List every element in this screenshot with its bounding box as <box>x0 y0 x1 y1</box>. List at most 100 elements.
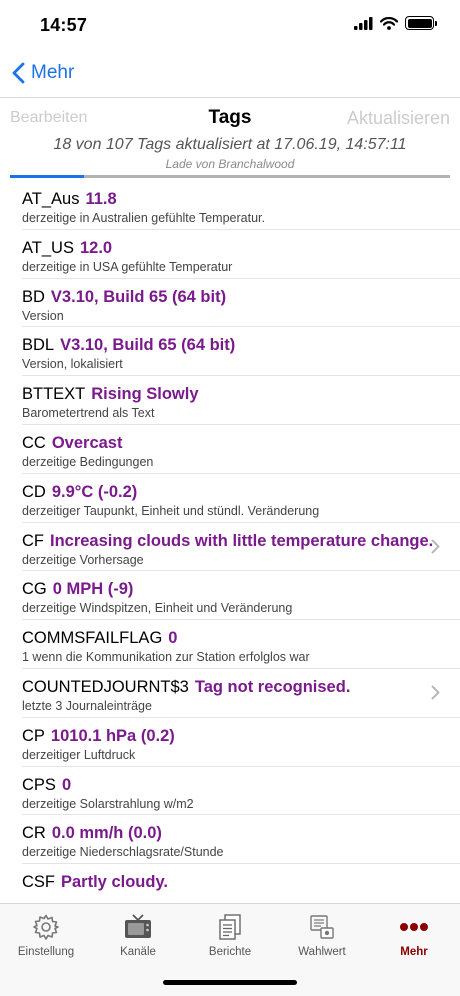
loading-status: Lade von Branchalwood <box>165 157 295 171</box>
tag-value: 9.9°C (-0.2) <box>51 482 138 501</box>
tag-line: CP 1010.1 hPa (0.2) <box>22 726 460 746</box>
tag-value: Tag not recognised. <box>194 677 351 696</box>
tag-line: BDL V3.10, Build 65 (64 bit) <box>22 335 460 355</box>
gear-icon <box>33 914 59 940</box>
tag-list[interactable]: AT_Aus 11.8 derzeitige in Australien gefüh… <box>0 181 460 903</box>
tag-key: CPS <box>22 775 56 794</box>
tab-einstellung[interactable]: Einstellung <box>0 912 92 968</box>
documents-icon <box>219 914 241 940</box>
tag-key: BDL <box>22 336 55 355</box>
tag-row: CP 1010.1 hPa (0.2) derzeitiger Luftdruck <box>22 718 460 767</box>
tag-row: AT_US 12.0 derzeitige in USA gefühlte Temp… <box>22 230 460 279</box>
tag-line: CC Overcast <box>22 433 460 453</box>
tag-line: BD V3.10, Build 65 (64 bit) <box>22 287 460 307</box>
tag-value: 0 MPH (-9) <box>52 580 134 599</box>
tag-value: V3.10, Build 65 (64 bit) <box>60 336 236 355</box>
tag-description: derzeitiger Luftdruck <box>22 747 136 762</box>
tag-line: CF Increasing clouds with little temperat… <box>22 531 460 551</box>
tag-key: BD <box>22 287 45 306</box>
tag-value: Rising Slowly <box>91 385 199 404</box>
tag-description: derzeitige Solarstrahlung w/m2 <box>22 796 194 811</box>
tag-row: COMMSFAILFLAG 0 1 wenn die Kommunikation z… <box>22 620 460 669</box>
tag-key: CC <box>22 433 46 452</box>
tag-key: AT_US <box>22 238 74 257</box>
tag-line: COMMSFAILFLAG 0 <box>22 628 460 648</box>
tag-value: 0.0 mm/h (0.0) <box>51 824 162 843</box>
tab-berichte[interactable]: Berichte <box>184 912 276 968</box>
tag-key: CP <box>22 726 45 745</box>
tag-key: CG <box>22 580 47 599</box>
tag-row: CSF Partly cloudy. <box>22 864 460 903</box>
status-bar: 14:57 <box>0 0 460 52</box>
back-button-label: Mehr <box>31 62 75 83</box>
tag-line: CG 0 MPH (-9) <box>22 579 460 599</box>
tag-value: V3.10, Build 65 (64 bit) <box>50 287 227 306</box>
selection-icon <box>310 915 334 939</box>
tag-value: Increasing clouds with little temperatur… <box>50 531 434 550</box>
status-icons <box>354 16 437 30</box>
tv-icon <box>125 914 151 938</box>
wifi-icon <box>380 16 398 30</box>
tag-line: CD 9.9°C (-0.2) <box>22 482 460 502</box>
tag-line: AT_US 12.0 <box>22 238 460 258</box>
chevron-right-icon <box>431 685 440 700</box>
tag-value: Overcast <box>51 433 123 452</box>
cellular-signal-icon <box>354 16 373 30</box>
tag-key: CD <box>22 482 46 501</box>
refresh-button[interactable]: Aktualisieren <box>347 108 450 129</box>
tag-description: derzeitige Bedingungen <box>22 454 154 469</box>
battery-icon <box>405 16 437 30</box>
more-dots-icon <box>400 923 428 931</box>
tag-row: BTTEXT Rising Slowly Barometertrend als Te… <box>22 376 460 425</box>
tag-description: derzeitige Niederschlagsrate/Stunde <box>22 845 224 860</box>
tag-description: derzeitige Vorhersage <box>22 552 144 567</box>
tag-row: CG 0 MPH (-9) derzeitige Windspitzen, Einh… <box>22 571 460 621</box>
progress-bar-fill <box>10 175 84 178</box>
tag-value: 1010.1 hPa (0.2) <box>50 726 175 745</box>
tab-label: Wahlwert <box>298 946 346 958</box>
tag-line: BTTEXT Rising Slowly <box>22 384 460 404</box>
tags-toolbar: Bearbeiten Tags Aktualisieren <box>0 98 460 138</box>
chevron-left-icon <box>12 62 25 84</box>
status-time: 14:57 <box>40 15 88 35</box>
tag-description: derzeitiger Taupunkt, Einheit und stündl… <box>22 503 320 518</box>
update-summary: 18 von 107 Tags aktualisiert at 17.06.19… <box>53 136 407 153</box>
tag-description: derzeitige in Australien gefühlte Temper… <box>22 211 265 225</box>
tab-label: Mehr <box>400 946 428 958</box>
tag-row[interactable]: CF Increasing clouds with little temperat… <box>22 523 460 572</box>
tag-key: CF <box>22 531 44 550</box>
tag-value: Partly cloudy. <box>61 873 168 892</box>
tag-key: AT_Aus <box>22 190 80 208</box>
tag-row[interactable]: COUNTEDJOURNT$3 Tag not recognised. letzte… <box>22 669 460 718</box>
tag-row: BD V3.10, Build 65 (64 bit) Version <box>22 279 460 328</box>
tab-wahlwert[interactable]: Wahlwert <box>276 912 368 968</box>
home-indicator[interactable] <box>163 980 297 985</box>
tag-key: CSF <box>22 873 55 892</box>
tag-key: CR <box>22 824 46 843</box>
navigation-bar: Mehr <box>0 52 460 98</box>
tag-line: AT_Aus 11.8 <box>22 189 460 209</box>
tag-row: CPS 0 derzeitige Solarstrahlung w/m2 <box>22 767 460 816</box>
back-button[interactable]: Mehr <box>12 62 74 84</box>
progress-bar <box>10 175 450 178</box>
tab-kanaele[interactable]: Kanäle <box>92 912 184 968</box>
tag-value: 0 <box>61 775 72 794</box>
tag-value: 11.8 <box>85 190 117 208</box>
tab-label: Kanäle <box>120 946 156 958</box>
tag-line: CSF Partly cloudy. <box>22 872 460 892</box>
tab-mehr[interactable]: Mehr <box>368 912 460 968</box>
tag-description: 1 wenn die Kommunikation zur Station erf… <box>22 650 310 665</box>
tag-description: Barometertrend als Text <box>22 406 155 421</box>
tag-description: derzeitige Windspitzen, Einheit und Verä… <box>22 601 293 616</box>
tag-row: CD 9.9°C (-0.2) derzeitiger Taupunkt, Einh… <box>22 474 460 523</box>
tag-row: CC Overcast derzeitige Bedingungen <box>22 425 460 474</box>
tag-value: 12.0 <box>79 238 113 257</box>
tag-line: CR 0.0 mm/h (0.0) <box>22 823 460 843</box>
tag-description: derzeitige in USA gefühlte Temperatur <box>22 259 233 274</box>
tag-key: COMMSFAILFLAG <box>22 629 163 648</box>
tag-row: CR 0.0 mm/h (0.0) derzeitige Niederschlags… <box>22 815 460 865</box>
tag-key: COUNTEDJOURNT$3 <box>22 677 189 696</box>
tag-key: BTTEXT <box>22 385 86 404</box>
tag-description: letzte 3 Journaleinträge <box>22 698 152 713</box>
tag-row: AT_Aus 11.8 derzeitige in Australien gefüh… <box>22 181 460 230</box>
